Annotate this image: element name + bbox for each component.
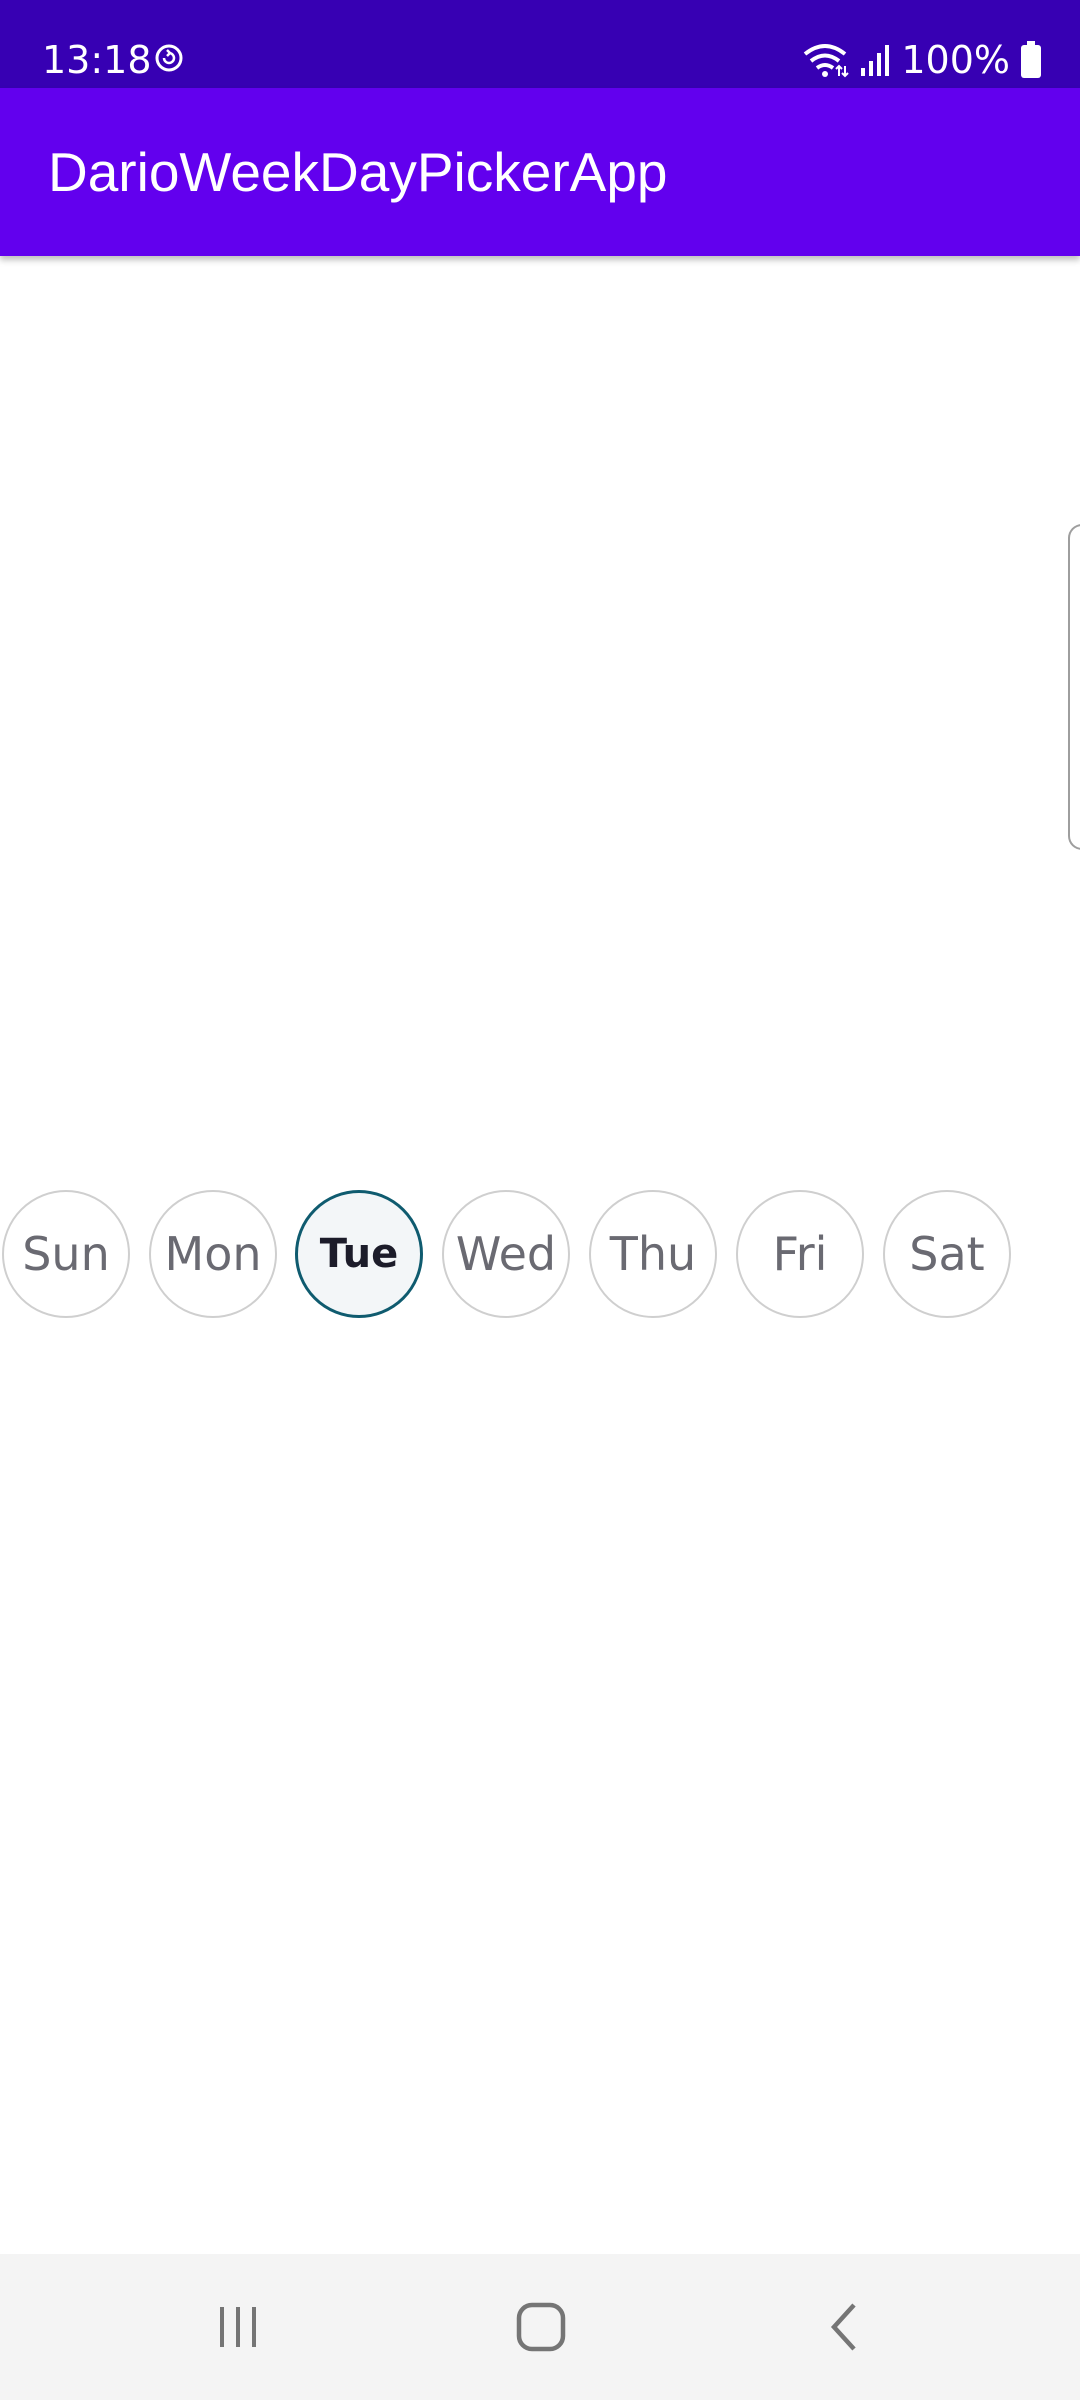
day-thu[interactable]: Thu [589,1190,717,1318]
status-bar: 13:18 100% [0,0,1080,88]
battery-icon [1021,41,1041,78]
recent-apps-icon [220,2307,256,2347]
home-button[interactable] [481,2254,601,2400]
day-fri[interactable]: Fri [736,1190,864,1318]
week-day-picker: Sun Mon Tue Wed Thu Fri Sat [0,1190,1080,1322]
navigation-bar [0,2254,1080,2400]
day-label: Sun [22,1227,110,1281]
signal-icon [861,45,890,76]
day-wed[interactable]: Wed [442,1190,570,1318]
status-icons: 100% [801,38,1042,82]
day-label: Tue [319,1231,399,1277]
status-time: 13:18 [42,38,152,82]
day-label: Mon [164,1227,262,1281]
day-tue[interactable]: Tue [295,1190,423,1318]
wifi-icon [804,44,850,78]
home-icon [516,2302,566,2352]
day-label: Thu [609,1227,697,1281]
back-icon [830,2303,856,2351]
day-label: Fri [772,1227,828,1281]
day-label: Sat [909,1227,985,1281]
day-mon[interactable]: Mon [149,1190,277,1318]
sync-icon [155,44,183,72]
battery-percent: 100% [901,38,1010,82]
day-sat[interactable]: Sat [883,1190,1011,1318]
edge-panel-handle[interactable] [1068,524,1080,850]
recent-apps-button[interactable] [178,2254,298,2400]
back-button[interactable] [784,2254,904,2400]
day-sun[interactable]: Sun [2,1190,130,1318]
app-bar: DarioWeekDayPickerApp [0,88,1080,256]
app-title: DarioWeekDayPickerApp [48,141,668,203]
day-label: Wed [455,1227,557,1281]
